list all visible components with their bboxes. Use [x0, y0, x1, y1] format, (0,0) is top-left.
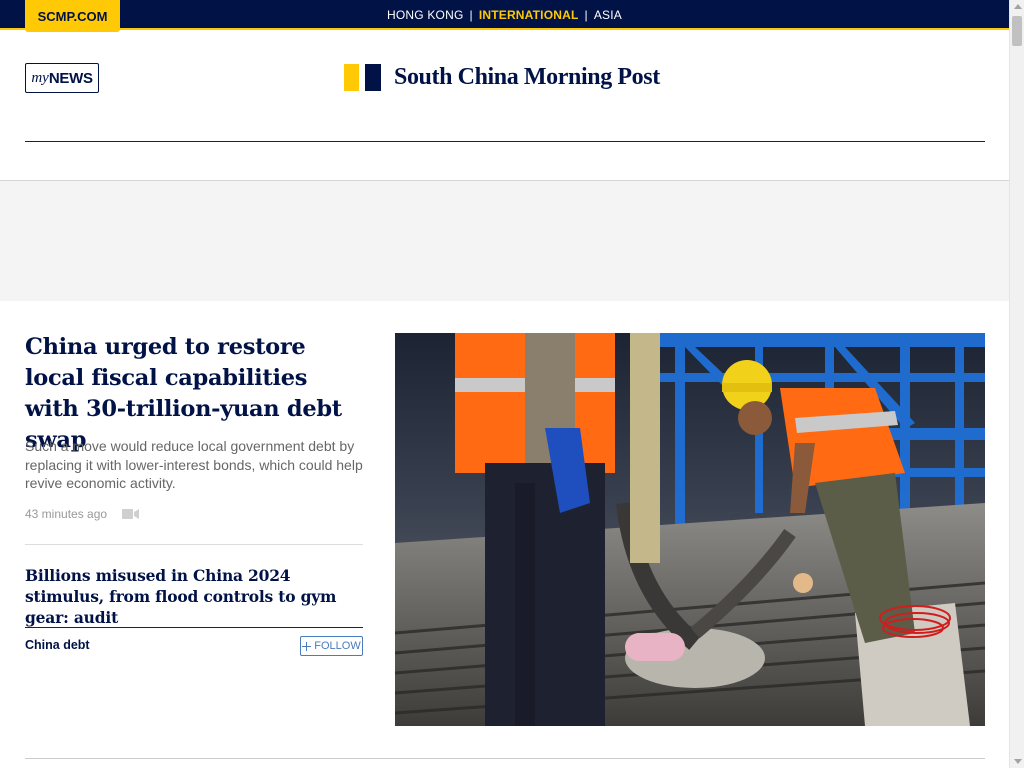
site-logo[interactable]: South China Morning Post: [344, 64, 660, 91]
edition-international[interactable]: INTERNATIONAL: [476, 8, 582, 22]
follow-button[interactable]: FOLLOW: [300, 636, 363, 656]
follow-label: FOLLOW: [314, 640, 361, 652]
advertisement-slot: [0, 180, 1009, 301]
article-divider: [25, 544, 363, 545]
scroll-thumb[interactable]: [1012, 16, 1022, 46]
plus-icon: [302, 641, 312, 651]
lead-summary: Such a move would reduce local governmen…: [25, 438, 363, 491]
edition-separator: |: [584, 8, 588, 22]
related-headline[interactable]: Billions misused in China 2024 stimulus,…: [25, 565, 355, 628]
mynews-news-label: NEWS: [48, 69, 93, 87]
top-bar: HONG KONG | INTERNATIONAL | ASIA SCMP.CO…: [0, 0, 1009, 32]
edition-selector: HONG KONG | INTERNATIONAL | ASIA: [0, 0, 1009, 30]
scmp-home-link[interactable]: SCMP.COM: [25, 0, 120, 32]
lead-timestamp: 43 minutes ago: [25, 507, 108, 521]
video-camera-icon: [122, 509, 139, 519]
edition-hong-kong[interactable]: HONG KONG: [384, 8, 466, 22]
edition-asia[interactable]: ASIA: [591, 8, 625, 22]
scroll-down-icon[interactable]: [1014, 759, 1022, 764]
mynews-button[interactable]: my NEWS: [25, 63, 99, 93]
lead-image-illustration: [395, 333, 985, 726]
lead-image[interactable]: [395, 333, 985, 726]
topic-divider: [25, 627, 363, 628]
topic-link[interactable]: China debt: [25, 638, 90, 652]
mynews-my-label: my: [31, 69, 49, 86]
page-scrollbar[interactable]: [1009, 0, 1024, 768]
logo-text: South China Morning Post: [394, 64, 660, 90]
scroll-up-icon[interactable]: [1014, 4, 1022, 9]
edition-separator: |: [469, 8, 473, 22]
logo-mark-icon: [344, 64, 381, 91]
section-divider: [25, 758, 985, 759]
header-divider: [25, 141, 985, 142]
